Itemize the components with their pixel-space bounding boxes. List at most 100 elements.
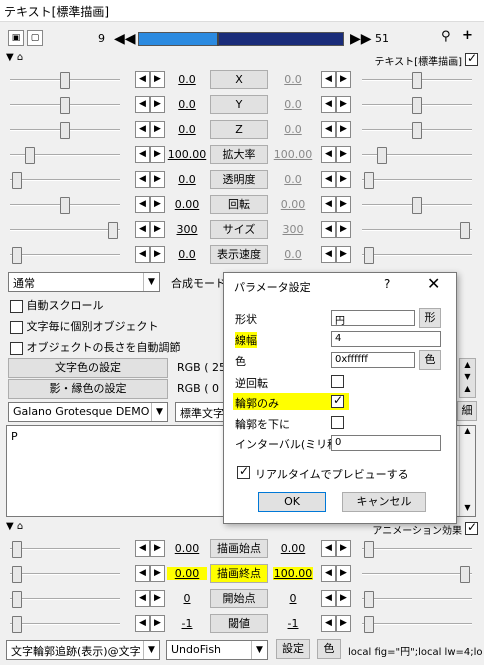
- shape-button[interactable]: 形: [419, 308, 441, 328]
- auto-length-checkbox[interactable]: [10, 341, 23, 355]
- step-right-icon[interactable]: ▶: [150, 71, 165, 88]
- step-left-icon[interactable]: ◀: [321, 121, 336, 138]
- param-param-button[interactable]: 透明度: [210, 170, 268, 189]
- per-char-checkbox[interactable]: [10, 320, 23, 334]
- param-start-value[interactable]: 100.00: [167, 148, 207, 161]
- param-end-value[interactable]: 100.00: [273, 148, 313, 161]
- step-left-icon[interactable]: ◀: [135, 71, 150, 88]
- step-right-icon[interactable]: ▶: [336, 246, 351, 263]
- param-end-slider-thumb[interactable]: [460, 222, 470, 239]
- close-icon[interactable]: ✕: [427, 274, 440, 293]
- anim-end-slider-thumb[interactable]: [460, 566, 470, 583]
- stepper-arrows[interactable]: ◀ ▶: [321, 590, 351, 607]
- color-button[interactable]: 色: [317, 639, 341, 659]
- anim-start-slider-thumb[interactable]: [12, 566, 22, 583]
- step-right-icon[interactable]: ▶: [336, 615, 351, 632]
- step-right-icon[interactable]: ▶: [336, 565, 351, 582]
- param-start-value[interactable]: 0.0: [167, 173, 207, 186]
- param-end-value[interactable]: 300: [273, 223, 313, 236]
- anim-end-value[interactable]: 0.00: [273, 542, 313, 555]
- step-right-icon[interactable]: ▶: [150, 196, 165, 213]
- step-right-icon[interactable]: ▶: [336, 221, 351, 238]
- per-char-option[interactable]: 文字毎に個別オブジェクト: [10, 318, 159, 334]
- step-right-icon[interactable]: ▶: [150, 221, 165, 238]
- param-start-value[interactable]: 0.0: [167, 73, 207, 86]
- param-start-slider-thumb[interactable]: [12, 172, 22, 189]
- step-left-icon[interactable]: ◀: [135, 615, 150, 632]
- stepper-arrows[interactable]: ◀ ▶: [135, 221, 165, 238]
- step-left-icon[interactable]: ◀: [321, 590, 336, 607]
- stepper-arrows[interactable]: ◀ ▶: [321, 96, 351, 113]
- anim-param-button[interactable]: 閾値: [210, 614, 268, 633]
- step-left-icon[interactable]: ◀: [321, 71, 336, 88]
- stepper-arrows[interactable]: ◀ ▶: [135, 540, 165, 557]
- auto-scroll-option[interactable]: 自動スクロール: [10, 297, 104, 313]
- step-left-icon[interactable]: ◀: [135, 146, 150, 163]
- stepper-arrows[interactable]: ◀ ▶: [135, 196, 165, 213]
- anim-start-slider-track[interactable]: [10, 623, 120, 625]
- anim-end-slider-track[interactable]: [362, 623, 472, 625]
- step-left-icon[interactable]: ◀: [135, 565, 150, 582]
- param-start-slider-thumb[interactable]: [60, 122, 70, 139]
- anim-start-slider-track[interactable]: [10, 573, 120, 575]
- stepper-arrows[interactable]: ◀ ▶: [321, 565, 351, 582]
- stepper-arrows[interactable]: ◀ ▶: [135, 96, 165, 113]
- anim-end-slider-thumb[interactable]: [364, 541, 374, 558]
- collapse-icon[interactable]: ▼ ⌂: [6, 52, 23, 63]
- next-keyframe-icon[interactable]: ▶▶: [350, 31, 372, 47]
- anim-start-value[interactable]: -1: [167, 617, 207, 630]
- stepper-arrows[interactable]: ◀ ▶: [321, 146, 351, 163]
- realtime-checkbox[interactable]: [237, 464, 250, 479]
- cancel-button[interactable]: キャンセル: [342, 492, 426, 512]
- step-right-icon[interactable]: ▶: [336, 121, 351, 138]
- step-left-icon[interactable]: ◀: [321, 565, 336, 582]
- param-start-slider-track[interactable]: [10, 254, 120, 256]
- step-left-icon[interactable]: ◀: [321, 146, 336, 163]
- step-left-icon[interactable]: ◀: [135, 590, 150, 607]
- step-left-icon[interactable]: ◀: [135, 221, 150, 238]
- blend-mode-select[interactable]: 通常 ▼: [8, 272, 160, 292]
- param-param-button[interactable]: Z: [210, 120, 268, 139]
- param-end-slider-thumb[interactable]: [412, 122, 422, 139]
- anim-end-slider-track[interactable]: [362, 548, 472, 550]
- linewidth-input[interactable]: 4: [331, 331, 441, 347]
- section-enable-checkbox[interactable]: [465, 51, 478, 66]
- stepper-arrows[interactable]: ◀ ▶: [321, 71, 351, 88]
- anim-start-slider-track[interactable]: [10, 598, 120, 600]
- step-right-icon[interactable]: ▶: [150, 540, 165, 557]
- camera-icon[interactable]: ▢: [27, 30, 43, 46]
- step-right-icon[interactable]: ▶: [336, 96, 351, 113]
- param-end-slider-track[interactable]: [362, 179, 472, 181]
- param-end-value[interactable]: 0.00: [273, 198, 313, 211]
- anim-start-slider-thumb[interactable]: [12, 541, 22, 558]
- param-start-slider-thumb[interactable]: [60, 97, 70, 114]
- color-input[interactable]: 0xffffff: [331, 352, 415, 368]
- stepper-arrows[interactable]: ◀ ▶: [135, 121, 165, 138]
- step-right-icon[interactable]: ▶: [150, 615, 165, 632]
- step-left-icon[interactable]: ◀: [321, 615, 336, 632]
- step-right-icon[interactable]: ▶: [150, 246, 165, 263]
- anim-end-slider-track[interactable]: [362, 573, 472, 575]
- param-end-slider-thumb[interactable]: [412, 72, 422, 89]
- param-start-slider-track[interactable]: [10, 179, 120, 181]
- step-left-icon[interactable]: ◀: [321, 540, 336, 557]
- filter-icon[interactable]: ▣: [8, 30, 24, 46]
- add-filter-icon[interactable]: +: [462, 28, 473, 43]
- param-param-button[interactable]: Y: [210, 95, 268, 114]
- param-param-button[interactable]: 回転: [210, 195, 268, 214]
- anim-start-value[interactable]: 0.00: [167, 567, 207, 580]
- step-left-icon[interactable]: ◀: [321, 171, 336, 188]
- script-select[interactable]: 文字輪郭追跡(表示)@文字 ▼: [6, 640, 160, 660]
- param-end-slider-track[interactable]: [362, 229, 472, 231]
- auto-scroll-checkbox[interactable]: [10, 299, 23, 313]
- param-start-value[interactable]: 0.00: [167, 198, 207, 211]
- param-end-value[interactable]: 0.0: [273, 98, 313, 111]
- anim-param-button[interactable]: 描画終点: [210, 564, 268, 583]
- spacing-stepper[interactable]: ▲ ▼ ▲: [459, 358, 476, 398]
- param-param-button[interactable]: 表示速度: [210, 245, 268, 264]
- anim-start-slider-thumb[interactable]: [12, 616, 22, 633]
- step-right-icon[interactable]: ▶: [150, 590, 165, 607]
- param-start-slider-track[interactable]: [10, 229, 120, 231]
- step-left-icon[interactable]: ◀: [135, 96, 150, 113]
- stepper-arrows[interactable]: ◀ ▶: [321, 171, 351, 188]
